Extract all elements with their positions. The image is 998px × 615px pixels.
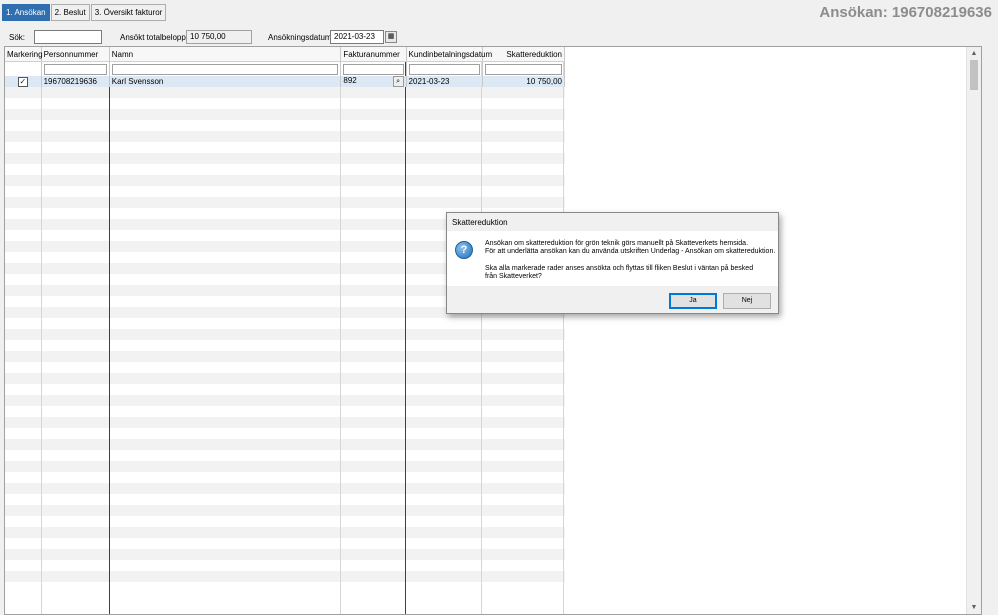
application-date-field[interactable]: 2021-03-23	[330, 30, 384, 44]
total-amount-field: 10 750,00	[186, 30, 252, 44]
tab-ansokan[interactable]: 1. Ansökan	[2, 4, 50, 21]
table-row[interactable]: ✓ 196708219636 Karl Svensson 892 ⌕ 2021-0…	[5, 76, 566, 87]
scroll-up-icon[interactable]: ▲	[967, 47, 981, 60]
dialog-message-line1: Ansökan om skattereduktion för grön tekn…	[485, 240, 749, 247]
tab-bar: 1. Ansökan 2. Beslut 3. Översikt fakturo…	[2, 4, 167, 21]
filter-personnummer-input[interactable]	[43, 63, 107, 75]
dialog-message-line2: För att underlätta ansökan kan du använd…	[485, 248, 776, 255]
application-date-label: Ansökningsdatum:	[268, 33, 334, 42]
dialog-title: Skattereduktion	[452, 218, 508, 227]
col-header-fakturanummer[interactable]: Fakturanummer	[340, 47, 407, 62]
col-header-skattereduktion[interactable]: Skattereduktion	[482, 47, 566, 62]
total-amount-label: Ansökt totalbelopp:	[120, 33, 189, 42]
no-button[interactable]: Nej	[723, 293, 771, 309]
cell-namn: Karl Svensson	[109, 76, 342, 87]
col-header-kundinbetalningsdatum[interactable]: Kundinbetalningsdatum	[406, 47, 492, 62]
dialog-content: ? Ansökan om skattereduktion för grön te…	[447, 231, 778, 286]
cell-skattereduktion: 10 750,00	[482, 76, 566, 87]
row-checkbox[interactable]: ✓	[17, 76, 28, 87]
tab-beslut[interactable]: 2. Beslut	[50, 4, 90, 21]
col-header-namn[interactable]: Namn	[109, 47, 342, 62]
col-header-personnummer[interactable]: Personnummer	[41, 47, 110, 62]
page-title: Ansökan: 196708219636	[819, 4, 992, 21]
filter-fakturanummer-input[interactable]	[343, 63, 404, 75]
question-icon: ?	[455, 241, 473, 259]
cell-fakturanummer: 892	[343, 76, 357, 85]
filter-skattereduktion-input[interactable]	[484, 63, 562, 75]
calendar-icon[interactable]: ▦	[385, 31, 397, 43]
tab-oversikt-fakturor[interactable]: 3. Översikt fakturor	[90, 4, 167, 21]
scrollbar-thumb[interactable]	[970, 60, 978, 90]
search-input[interactable]	[34, 30, 102, 44]
search-label: Sök:	[9, 33, 26, 42]
filter-kundinbetalningsdatum-input[interactable]	[408, 63, 480, 75]
dialog-message-line4: från Skatteverket?	[485, 273, 542, 280]
confirm-dialog: Skattereduktion ? Ansökan om skattereduk…	[446, 212, 779, 314]
dialog-message-line3: Ska alla markerade rader anses ansökta o…	[485, 265, 754, 272]
cell-personnummer: 196708219636	[41, 76, 110, 87]
invoice-lookup-icon[interactable]: ⌕	[392, 76, 404, 87]
filter-markering	[5, 61, 42, 76]
col-header-markering[interactable]: Markering	[5, 47, 43, 62]
filter-namn-input[interactable]	[111, 63, 339, 75]
vertical-scrollbar[interactable]: ▲ ▼	[966, 47, 981, 614]
yes-button[interactable]: Ja	[669, 293, 717, 309]
filter-row	[5, 61, 566, 76]
invoice-grid: Markering Personnummer Namn Fakturanumme…	[4, 46, 982, 615]
scroll-down-icon[interactable]: ▼	[967, 601, 981, 614]
grid-table: Markering Personnummer Namn Fakturanumme…	[5, 47, 566, 87]
grid-header: Markering Personnummer Namn Fakturanumme…	[5, 47, 566, 62]
cell-kundinbetalningsdatum: 2021-03-23	[406, 76, 483, 87]
